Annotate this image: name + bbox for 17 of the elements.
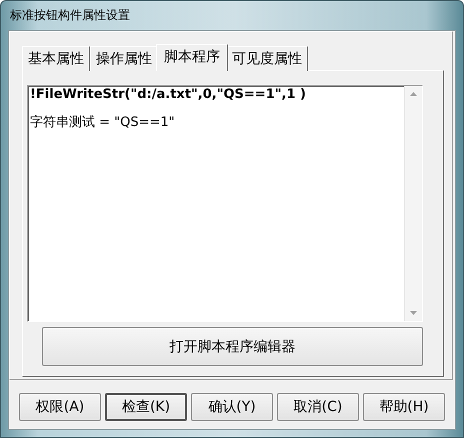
- open-editor-button[interactable]: 打开脚本程序编辑器: [42, 327, 423, 366]
- code-line: !FileWriteStr("d:/a.txt",0,"QS==1",1 ): [30, 87, 307, 102]
- tab[interactable]: 操作属性: [90, 46, 158, 71]
- dialog-button[interactable]: 取消(C): [277, 393, 359, 421]
- code-line: 字符串测试 = "QS==1": [30, 114, 176, 131]
- scroll-down-icon[interactable]: [410, 311, 417, 315]
- tab[interactable]: 基本属性: [22, 46, 90, 71]
- dialog-button[interactable]: 确认(Y): [191, 393, 273, 421]
- tab[interactable]: 可见度属性: [226, 46, 308, 71]
- tab[interactable]: 脚本程序: [156, 44, 228, 71]
- scroll-up-icon[interactable]: [410, 92, 417, 96]
- window-title: 标准按钮构件属性设置: [10, 7, 130, 24]
- dialog-button[interactable]: 检查(K): [105, 393, 187, 421]
- dialog-button[interactable]: 权限(A): [19, 393, 101, 421]
- scrollbar[interactable]: [404, 86, 422, 321]
- script-editor[interactable]: !FileWriteStr("d:/a.txt",0,"QS==1",1 ) 字符串测试 = "QS==1": [27, 85, 423, 322]
- dialog-button[interactable]: 帮助(H): [363, 393, 445, 421]
